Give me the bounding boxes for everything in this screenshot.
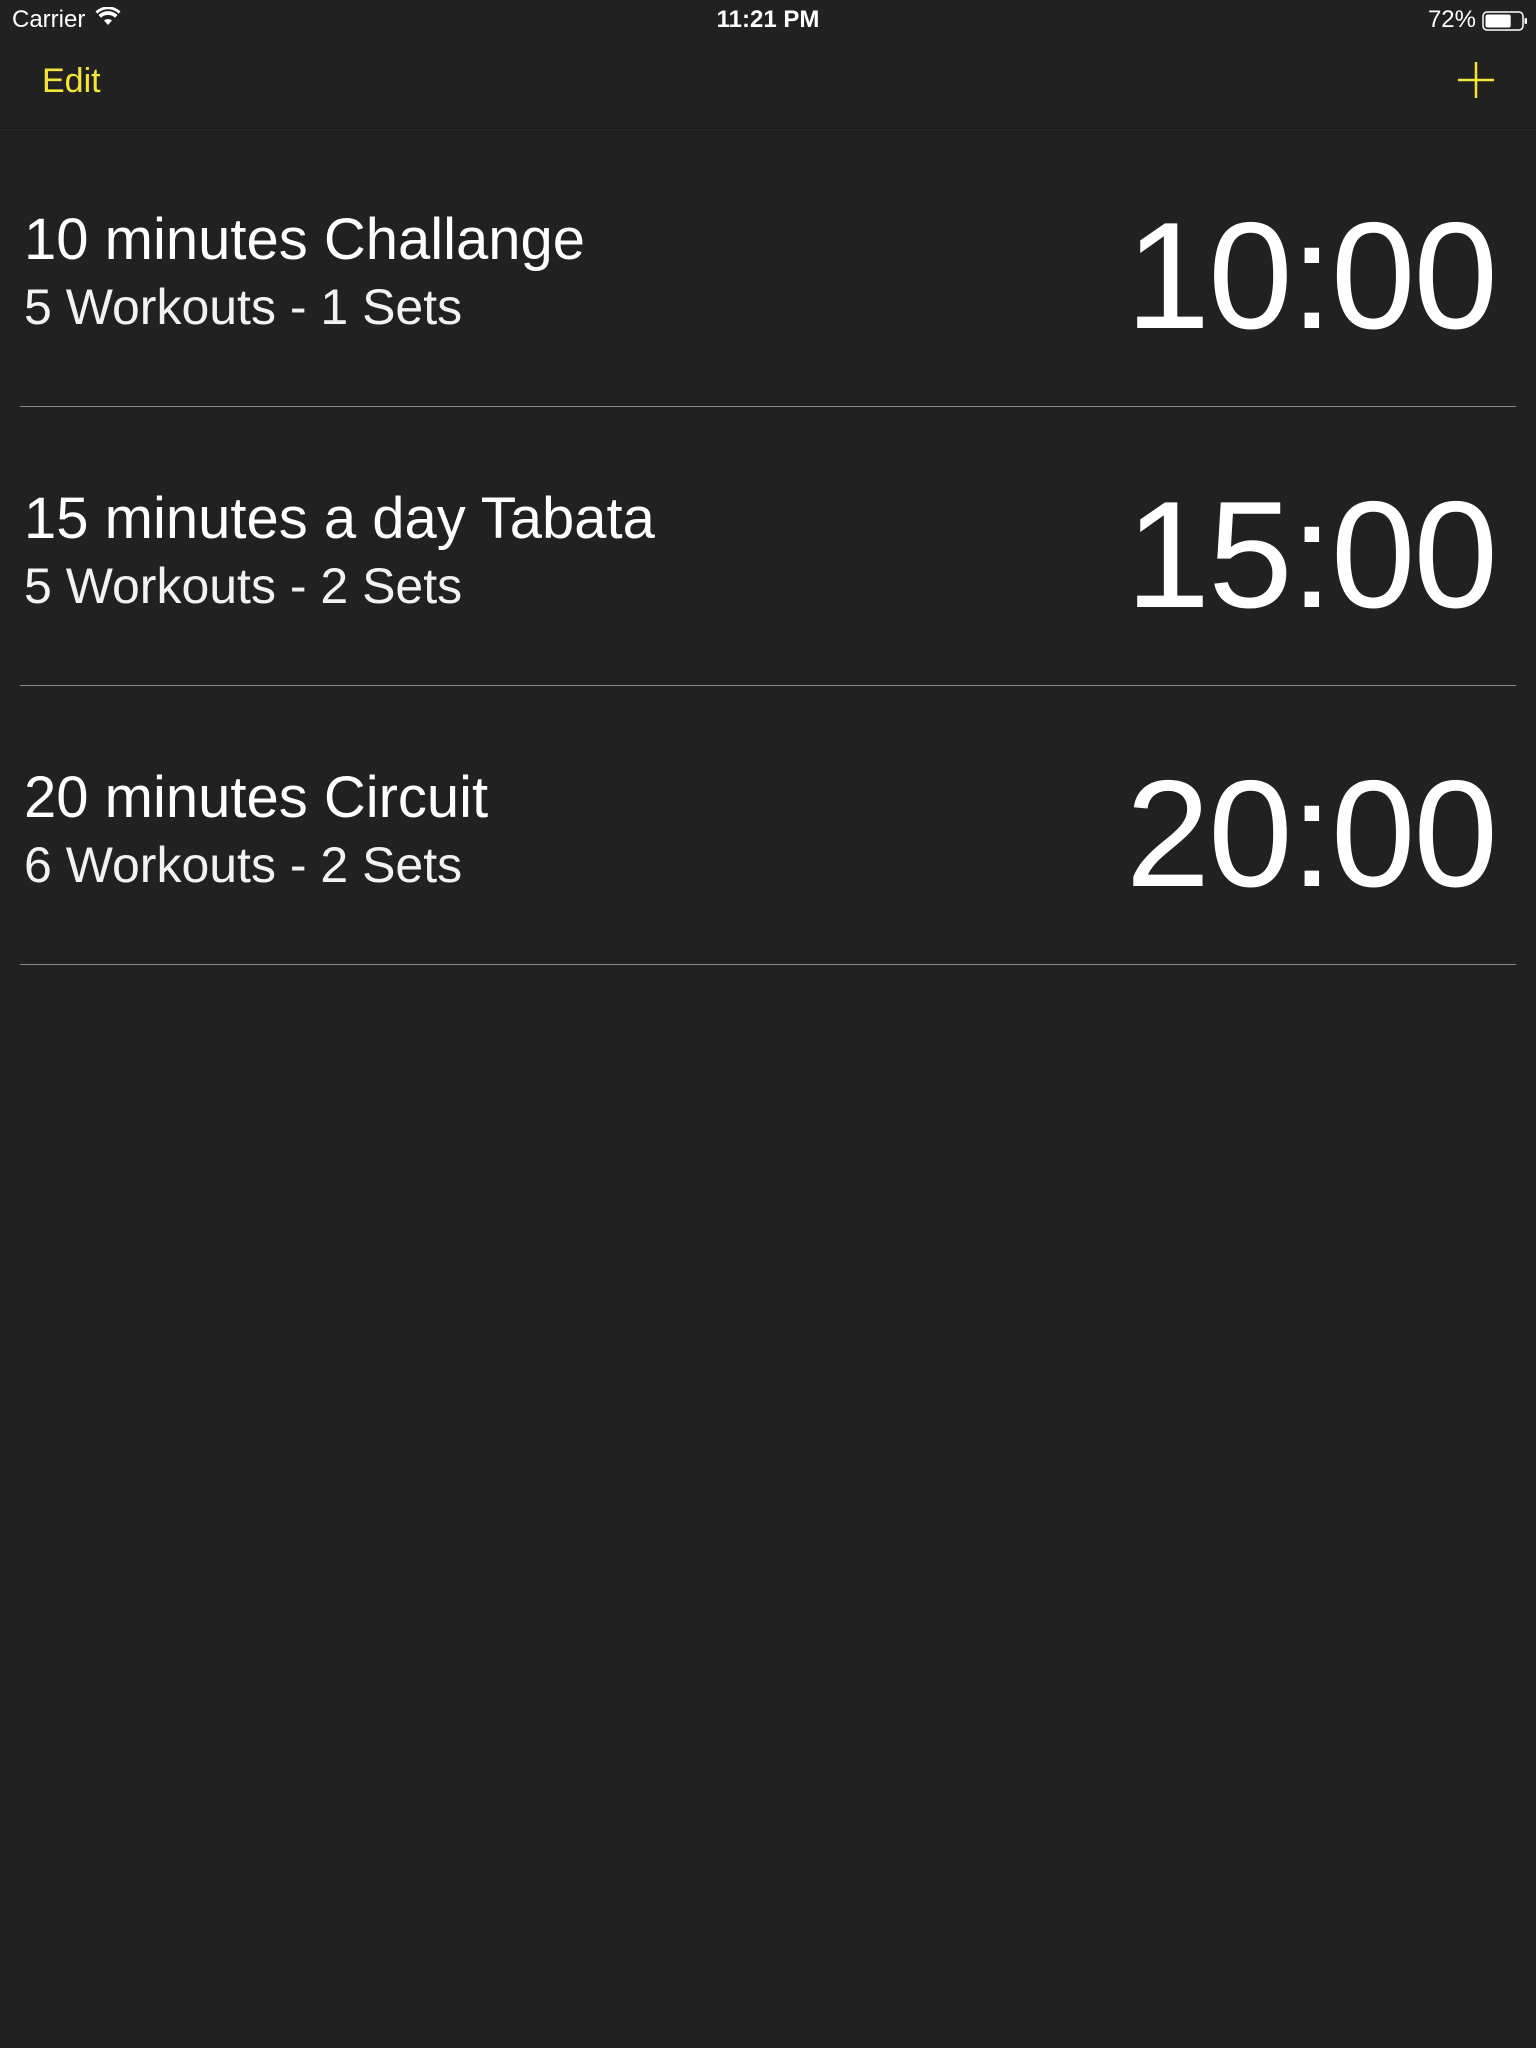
workout-subtitle: 6 Workouts - 2 Sets [24,837,463,893]
navigation-bar: Edit [0,40,1536,129]
workout-duration: 20:00 [1125,749,1498,919]
workout-row[interactable]: 10 minutes Challange 5 Workouts - 1 Sets… [0,128,1536,407]
status-right: 72% [1427,6,1527,34]
status-bar: Carrier 11:21 PM 72% [0,0,1536,40]
battery-percent: 72% [1427,6,1476,33]
workout-row[interactable]: 20 minutes Circuit 6 Workouts - 2 Sets 2… [0,686,1536,965]
workout-duration: 10:00 [1125,191,1498,361]
workout-title: 10 minutes Challange [24,207,586,272]
plus-icon [1458,62,1494,98]
workout-subtitle: 5 Workouts - 2 Sets [24,558,463,614]
row-divider [20,964,1516,965]
workout-title: 15 minutes a day Tabata [24,486,655,551]
add-workout-button[interactable] [1456,60,1496,100]
workout-title: 20 minutes Circuit [24,765,489,830]
workout-row[interactable]: 15 minutes a day Tabata 5 Workouts - 2 S… [0,407,1536,686]
edit-button[interactable]: Edit [42,62,101,101]
workout-subtitle: 5 Workouts - 1 Sets [24,279,463,335]
workout-duration: 15:00 [1125,470,1498,640]
workout-list: 10 minutes Challange 5 Workouts - 1 Sets… [0,128,1536,965]
status-time: 11:21 PM [716,6,820,33]
battery-icon [1482,10,1527,31]
